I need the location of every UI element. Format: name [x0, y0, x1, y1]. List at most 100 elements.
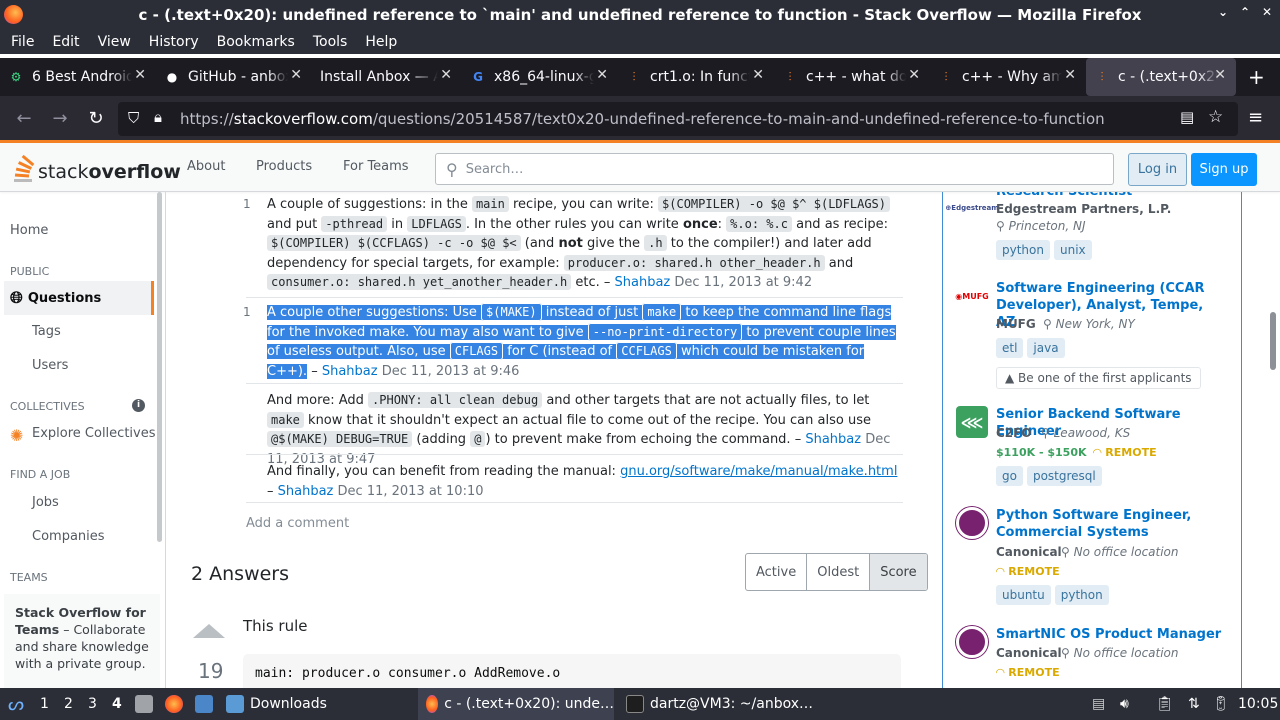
- tab-google[interactable]: Gx86_64-linux-gnu✕: [462, 58, 618, 96]
- nav-users[interactable]: Users: [32, 358, 68, 373]
- sort-active-button[interactable]: Active: [746, 554, 808, 590]
- tab-close-icon[interactable]: ✕: [908, 67, 920, 83]
- menu-view[interactable]: View: [89, 34, 140, 50]
- workspace-2[interactable]: 2: [64, 688, 73, 720]
- firefox-window-button[interactable]: c - (.text+0x20): unde…: [418, 688, 614, 720]
- tag[interactable]: etl: [996, 338, 1024, 358]
- tag[interactable]: python: [1054, 585, 1109, 605]
- comment-author-link[interactable]: Shahbaz: [615, 275, 671, 290]
- job-title[interactable]: SmartNIC OS Product Manager: [996, 626, 1226, 643]
- nav-companies[interactable]: Companies: [32, 529, 105, 544]
- terminal-window-button[interactable]: dartz@VM3: ~/anbox…: [618, 688, 818, 720]
- maximize-icon[interactable]: ⌃: [1240, 5, 1250, 19]
- lock-icon[interactable]: 🔒︎: [154, 108, 162, 126]
- tray-icon[interactable]: ▤: [1092, 688, 1105, 720]
- menu-tools[interactable]: Tools: [304, 34, 357, 50]
- tag[interactable]: go: [996, 466, 1023, 486]
- search-icon: ⚲: [446, 159, 458, 179]
- url-text[interactable]: https://stackoverflow.com/questions/2051…: [180, 110, 1105, 128]
- reader-view-icon[interactable]: ▤: [1180, 108, 1194, 126]
- hamburger-menu-icon[interactable]: ≡: [1248, 107, 1263, 128]
- new-tab-icon[interactable]: +: [1236, 65, 1265, 89]
- url-bar[interactable]: ⛉ 🔒︎ https://stackoverflow.com/questions…: [118, 102, 1238, 136]
- answer-sort-group: Active Oldest Score: [745, 553, 928, 591]
- reload-icon[interactable]: ↻: [78, 108, 114, 129]
- forward-icon[interactable]: →: [42, 108, 78, 129]
- signup-button[interactable]: Sign up: [1191, 153, 1257, 186]
- workspace-4[interactable]: 4: [112, 688, 122, 720]
- tab-android[interactable]: ⚙6 Best Android Emulators✕: [0, 58, 156, 96]
- job-title[interactable]: Research Scientist: [996, 192, 1226, 200]
- file-manager-icon[interactable]: [135, 688, 159, 720]
- desktop-icon[interactable]: [195, 688, 219, 720]
- firefox-launcher-icon[interactable]: [165, 688, 189, 720]
- tab-close-icon[interactable]: ✕: [440, 67, 452, 83]
- comment-author-link[interactable]: Shahbaz: [322, 364, 378, 379]
- job-location: ⚲ Princeton, NJ: [996, 219, 1086, 233]
- menu-bookmarks[interactable]: Bookmarks: [208, 34, 304, 50]
- info-icon[interactable]: i: [132, 399, 145, 412]
- nav-about[interactable]: About: [187, 159, 225, 174]
- nav-products[interactable]: Products: [256, 159, 312, 174]
- nav-for-teams[interactable]: For Teams: [343, 159, 409, 174]
- company-logo: ⊕Edgestream: [945, 204, 999, 212]
- sidebar-scrollbar[interactable]: [157, 192, 162, 542]
- close-icon[interactable]: ✕: [1262, 5, 1272, 19]
- tag[interactable]: unix: [1053, 240, 1092, 260]
- network-icon[interactable]: ⇅: [1188, 688, 1200, 720]
- back-icon[interactable]: ←: [6, 108, 42, 129]
- power-icon[interactable]: 🔋︎: [1212, 688, 1230, 720]
- add-comment-link[interactable]: Add a comment: [246, 516, 349, 531]
- tag[interactable]: python: [996, 240, 1050, 260]
- start-menu-icon[interactable]: ᔕ: [8, 688, 24, 720]
- menu-edit[interactable]: Edit: [43, 34, 88, 50]
- job-title[interactable]: Python Software Engineer, Commercial Sys…: [996, 507, 1226, 541]
- tab-current[interactable]: ⫶c - (.text+0x20)✕: [1086, 58, 1236, 96]
- sort-oldest-button[interactable]: Oldest: [807, 554, 871, 590]
- tab-close-icon[interactable]: ✕: [596, 67, 608, 83]
- bookmark-star-icon[interactable]: ☆: [1208, 107, 1223, 127]
- tag[interactable]: postgresql: [1026, 466, 1102, 486]
- comment-body: A couple other suggestions: Use $(MAKE) …: [267, 303, 896, 379]
- nav-explore-collectives[interactable]: Explore Collectives: [32, 426, 156, 441]
- comment-author-link[interactable]: Shahbaz: [278, 484, 334, 499]
- tab-close-icon[interactable]: ✕: [134, 67, 146, 83]
- tag[interactable]: java: [1027, 338, 1065, 358]
- tab-close-icon[interactable]: ✕: [1214, 67, 1226, 83]
- minimize-icon[interactable]: ⌄: [1218, 5, 1228, 19]
- nav-home[interactable]: Home: [10, 223, 48, 238]
- tab-crt1[interactable]: ⫶crt1.o: In function✕: [618, 58, 774, 96]
- workspace-1[interactable]: 1: [40, 688, 49, 720]
- comment-date[interactable]: Dec 11, 2013 at 9:42: [674, 275, 812, 290]
- shield-icon[interactable]: ⛉: [128, 109, 139, 127]
- tab-cpp-what[interactable]: ⫶c++ - what does✕: [774, 58, 930, 96]
- stackoverflow-logo[interactable]: stack overflow: [10, 153, 181, 183]
- tab-github[interactable]: ●GitHub - anbox/anbox✕: [156, 58, 312, 96]
- comment-author-link[interactable]: Shahbaz: [805, 432, 861, 447]
- comment-date[interactable]: Dec 11, 2013 at 10:10: [338, 484, 484, 499]
- menu-history[interactable]: History: [140, 34, 208, 50]
- login-button[interactable]: Log in: [1128, 153, 1187, 186]
- tag[interactable]: ubuntu: [996, 585, 1051, 605]
- sort-score-button[interactable]: Score: [870, 554, 927, 590]
- comment-date[interactable]: Dec 11, 2013 at 9:46: [382, 364, 520, 379]
- location-pin-icon: ⚲: [1043, 317, 1052, 331]
- tab-close-icon[interactable]: ✕: [1064, 67, 1076, 83]
- nav-tags[interactable]: Tags: [32, 324, 61, 339]
- tab-close-icon[interactable]: ✕: [752, 67, 764, 83]
- workspace-3[interactable]: 3: [88, 688, 97, 720]
- clipboard-icon[interactable]: 📋︎: [1156, 688, 1174, 720]
- tab-cpp-why[interactable]: ⫶c++ - Why am I✕: [930, 58, 1086, 96]
- tab-install-anbox[interactable]: Install Anbox — Anbox✕: [312, 58, 462, 96]
- menu-file[interactable]: File: [2, 34, 43, 50]
- upvote-icon[interactable]: [193, 624, 225, 638]
- page-scrollbar[interactable]: [1270, 312, 1276, 370]
- menu-help[interactable]: Help: [356, 34, 406, 50]
- downloads-folder-button[interactable]: Downloads: [226, 688, 327, 720]
- nav-questions[interactable]: 🌐︎ Questions: [4, 281, 154, 315]
- manual-link[interactable]: gnu.org/software/make/manual/make.html: [620, 464, 897, 479]
- volume-icon[interactable]: 🔊︎: [1120, 688, 1129, 720]
- search-input[interactable]: ⚲ Search…: [435, 153, 1114, 185]
- nav-jobs[interactable]: Jobs: [32, 495, 59, 510]
- tab-close-icon[interactable]: ✕: [290, 67, 302, 83]
